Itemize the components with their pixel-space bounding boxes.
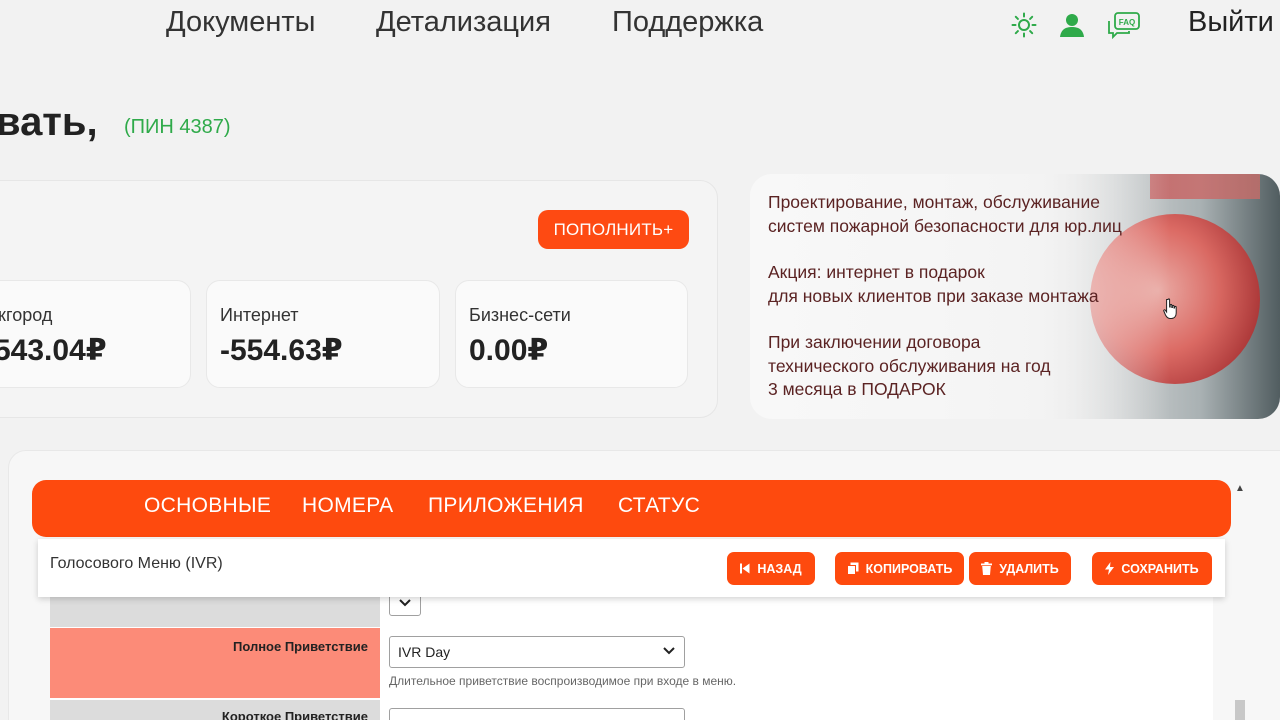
scrollbar[interactable]	[1235, 700, 1245, 720]
account-card-business[interactable]: Бизнес-сети 0.00₽	[455, 280, 688, 388]
trash-icon	[981, 562, 993, 575]
nav-link-details[interactable]: Детализация	[376, 6, 551, 39]
ivr-toolbar: Голосового Меню (IVR) НАЗАД КОПИРОВАТЬ У…	[38, 539, 1225, 597]
back-button[interactable]: НАЗАД	[727, 552, 815, 585]
toolbar-title: Голосового Меню (IVR)	[50, 555, 223, 572]
account-label: жгород	[0, 305, 53, 325]
full-greeting-label: Полное Приветствие	[232, 639, 368, 654]
tab-main[interactable]: ОСНОВНЫЕ	[144, 494, 271, 518]
account-label: Интернет	[220, 305, 299, 325]
short-greeting-select[interactable]	[389, 708, 685, 720]
promo-text-line: систем пожарной безопасности для юр.лиц	[768, 216, 1122, 236]
tab-apps[interactable]: ПРИЛОЖЕНИЯ	[428, 494, 584, 518]
promo-text-line: технического обслуживания на год	[768, 356, 1051, 376]
save-button[interactable]: СОХРАНИТЬ	[1092, 552, 1212, 585]
full-greeting-select[interactable]: IVR Day	[389, 636, 685, 668]
topup-button[interactable]: ПОПОЛНИТЬ+	[538, 210, 689, 249]
promo-text-line: 3 месяца в ПОДАРОК	[768, 379, 946, 399]
form-row-label-cell	[50, 597, 380, 627]
promo-text-line: Проектирование, монтаж, обслуживание	[768, 192, 1100, 212]
promo-text-line: Акция: интернет в подарок	[768, 262, 985, 282]
skip-back-icon	[740, 563, 750, 574]
pin-code: (ПИН 4387)	[124, 116, 231, 138]
promo-text-line: для новых клиентов при заказе монтажа	[768, 286, 1099, 306]
short-greeting-label: Короткое Приветствие	[221, 709, 368, 720]
account-value: -554.63₽	[220, 334, 343, 367]
logout-link[interactable]: Выйти	[1188, 6, 1274, 39]
save-label: СОХРАНИТЬ	[1121, 561, 1199, 576]
promo-banner[interactable]: Проектирование, монтаж, обслуживание сис…	[750, 174, 1280, 419]
nav-link-documents[interactable]: Документы	[166, 6, 316, 39]
full-greeting-hint: Длительное приветствие воспроизводимое п…	[389, 674, 737, 688]
account-card-city[interactable]: жгород 543.04₽	[0, 280, 191, 388]
copy-icon	[846, 562, 859, 575]
delete-label: УДАЛИТЬ	[999, 561, 1059, 576]
sun-icon[interactable]	[1009, 10, 1039, 40]
user-icon[interactable]	[1057, 10, 1087, 40]
tabs-bar: ОСНОВНЫЕ НОМЕРА ПРИЛОЖЕНИЯ СТАТУС	[32, 480, 1231, 537]
hand-cursor-icon	[1163, 298, 1179, 325]
back-label: НАЗАД	[757, 561, 802, 576]
top-nav: Документы Детализация Поддержка FAQ Выйт…	[0, 0, 1280, 52]
bolt-icon	[1105, 562, 1115, 575]
account-label: Бизнес-сети	[469, 305, 571, 325]
account-value: 543.04₽	[0, 334, 107, 367]
delete-button[interactable]: УДАЛИТЬ	[969, 552, 1071, 585]
account-value: 0.00₽	[469, 334, 549, 367]
form-row-label-cell: Короткое Приветствие	[50, 700, 380, 720]
faq-icon[interactable]: FAQ	[1106, 10, 1142, 40]
tab-numbers[interactable]: НОМЕРА	[302, 494, 393, 518]
collapse-up-icon[interactable]: ▲	[1235, 483, 1245, 494]
tab-status[interactable]: СТАТУС	[618, 494, 700, 518]
account-card-internet[interactable]: Интернет -554.63₽	[206, 280, 440, 388]
full-greeting-value: IVR Day	[398, 644, 451, 660]
nav-link-support[interactable]: Поддержка	[612, 6, 763, 39]
greeting-title: вать,	[0, 100, 98, 144]
copy-label: КОПИРОВАТЬ	[865, 561, 953, 576]
copy-button[interactable]: КОПИРОВАТЬ	[835, 552, 964, 585]
promo-text-line: При заключении договора	[768, 332, 981, 352]
svg-text:FAQ: FAQ	[1119, 18, 1135, 27]
form-row-label-cell-highlight: Полное Приветствие	[50, 628, 380, 698]
